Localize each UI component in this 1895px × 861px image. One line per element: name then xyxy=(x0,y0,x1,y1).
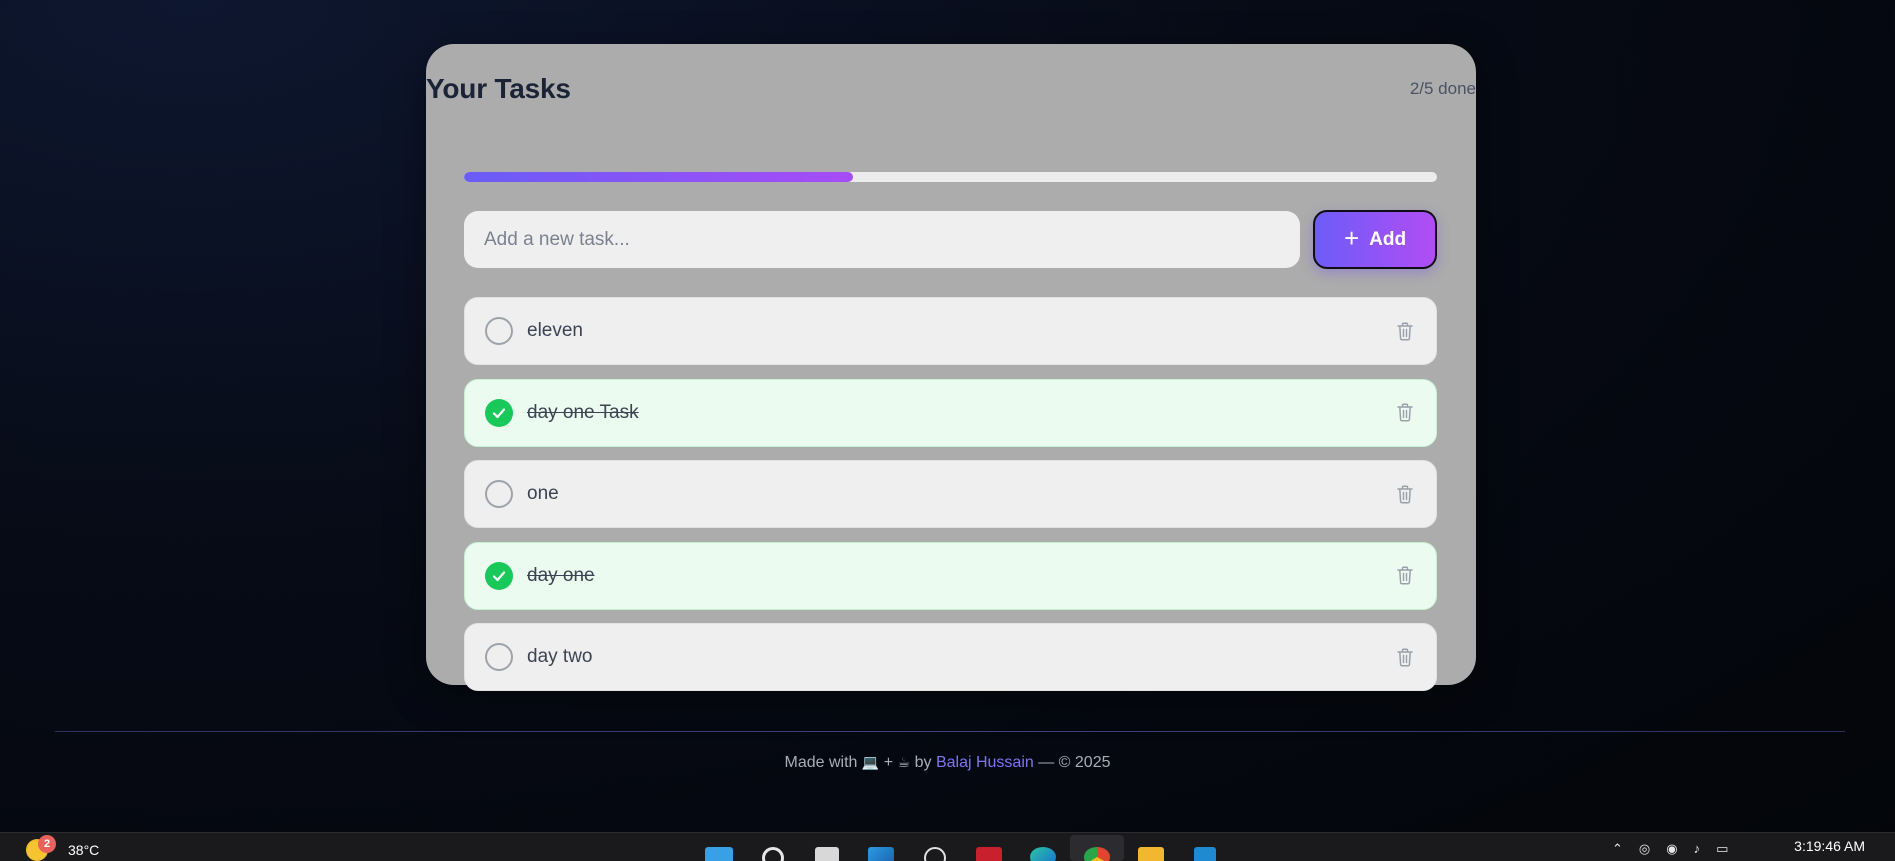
task-text: day two xyxy=(527,646,593,667)
task-checkbox[interactable] xyxy=(485,561,513,590)
progress-bar xyxy=(464,172,1437,182)
task-item-4: day one xyxy=(464,541,1437,610)
start-icon[interactable] xyxy=(692,835,746,861)
page-title: Your Tasks xyxy=(426,73,571,104)
trash-icon xyxy=(1397,566,1413,585)
task-text: day one xyxy=(527,564,595,586)
footer-copyright: — © 2025 xyxy=(1038,754,1111,771)
volume-icon[interactable]: ♪ xyxy=(1694,841,1701,857)
system-tray: ⌃ ◎ ◉ ♪ ▭ xyxy=(1612,841,1728,857)
delete-task-button[interactable] xyxy=(1396,566,1414,586)
temperature: 38°C xyxy=(68,842,100,858)
trash-icon xyxy=(1397,484,1413,503)
footer: Made with 💻 + ☕ by Balaj Hussain — © 202… xyxy=(0,754,1895,772)
task-checkbox[interactable] xyxy=(485,398,513,427)
search-icon[interactable] xyxy=(746,835,800,861)
delete-task-button[interactable] xyxy=(1396,403,1414,423)
file-explorer-icon[interactable] xyxy=(1124,835,1178,861)
add-button-label: Add xyxy=(1369,228,1407,250)
done-counter: 2/5 done xyxy=(1409,79,1476,98)
author-link[interactable]: Balaj Hussain xyxy=(936,754,1034,771)
footer-made-with: Made with xyxy=(784,754,858,771)
store-icon[interactable] xyxy=(854,835,908,861)
footer-divider xyxy=(55,731,1845,732)
task-text: one xyxy=(527,483,559,504)
clock[interactable]: 3:19:46 AM xyxy=(1794,838,1865,854)
task-checkbox[interactable] xyxy=(485,480,513,508)
trash-icon xyxy=(1397,321,1413,340)
task-checkbox[interactable] xyxy=(485,643,513,671)
task-list: eleven day one Task one day one day two xyxy=(464,297,1437,705)
checkmark-icon xyxy=(492,407,506,418)
footer-by: by xyxy=(914,754,932,771)
trash-icon xyxy=(1397,647,1413,666)
progress-fill xyxy=(464,172,854,182)
delete-task-button[interactable] xyxy=(1396,321,1414,341)
weather-sun-icon: 2 xyxy=(26,835,56,861)
task-item-2: day one Task xyxy=(464,378,1437,447)
task-item-1: eleven xyxy=(464,297,1437,365)
taskbar: 2 38°C ⌃ ◎ ◉ ♪ ▭ 3:19:46 AM xyxy=(0,832,1895,861)
chevron-up-icon[interactable]: ⌃ xyxy=(1612,841,1623,857)
add-task-button[interactable]: + Add xyxy=(1313,210,1437,269)
battery-icon[interactable]: ▭ xyxy=(1716,841,1728,857)
edge-icon[interactable] xyxy=(1016,835,1070,861)
laptop-icon: 💻 xyxy=(861,754,880,770)
app-red-icon[interactable] xyxy=(962,835,1016,861)
checkmark-icon xyxy=(492,570,506,581)
task-text: day one Task xyxy=(527,401,639,423)
task-view-icon[interactable] xyxy=(800,835,854,861)
weather-badge: 2 xyxy=(38,835,56,853)
coffee-icon: ☕ xyxy=(897,754,911,770)
chatgpt-icon[interactable] xyxy=(908,835,962,861)
footer-plus: + xyxy=(883,754,894,771)
vscode-icon[interactable] xyxy=(1178,835,1232,861)
task-item-3: one xyxy=(464,460,1437,528)
chrome-icon[interactable] xyxy=(1070,835,1124,861)
taskbar-apps xyxy=(692,835,1232,861)
trash-icon xyxy=(1397,403,1413,422)
network-icon[interactable]: ◎ xyxy=(1639,841,1650,857)
wifi-icon[interactable]: ◉ xyxy=(1666,841,1677,857)
task-item-5: day two xyxy=(464,623,1437,691)
new-task-input[interactable] xyxy=(464,211,1300,268)
delete-task-button[interactable] xyxy=(1396,484,1414,504)
weather-widget[interactable]: 2 38°C xyxy=(26,835,100,861)
task-checkbox[interactable] xyxy=(485,317,513,345)
task-text: eleven xyxy=(527,320,583,341)
tasks-card: Your Tasks 2/5 done + Add eleven xyxy=(426,44,1476,691)
plus-icon: + xyxy=(1343,223,1360,253)
delete-task-button[interactable] xyxy=(1396,647,1414,667)
